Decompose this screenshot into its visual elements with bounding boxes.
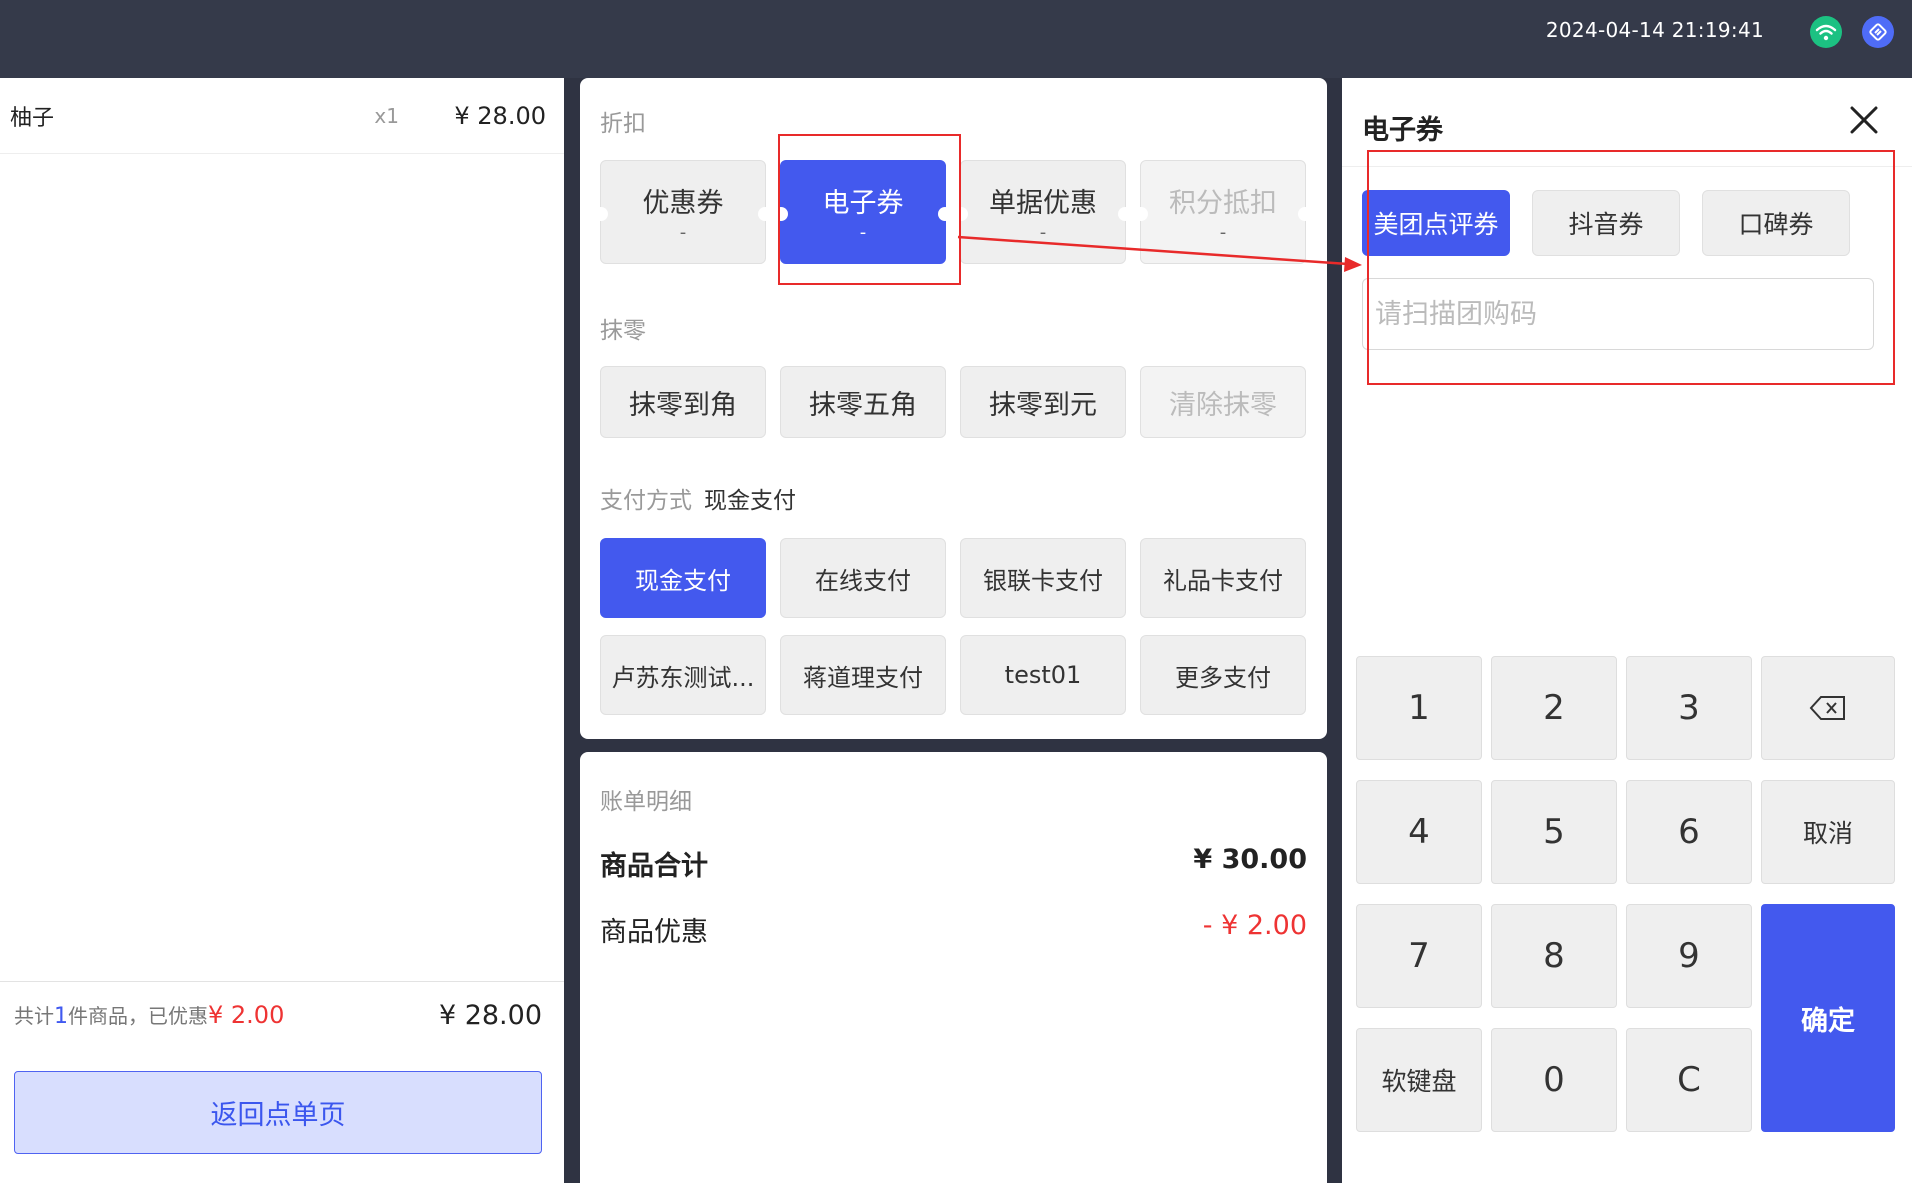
key-0[interactable]: 0 bbox=[1491, 1028, 1617, 1132]
bill-label: 账单明细 bbox=[600, 789, 692, 815]
points-deduction-button[interactable]: 积分抵扣 - bbox=[1134, 160, 1312, 264]
highlight-box-e-voucher bbox=[778, 134, 961, 285]
cancel-button[interactable]: 取消 bbox=[1761, 780, 1895, 884]
points-deduction-value: - bbox=[1219, 222, 1227, 243]
key-4[interactable]: 4 bbox=[1356, 780, 1482, 884]
order-discount-label: 单据优惠 bbox=[989, 188, 1097, 219]
subtotal-label: 商品合计 bbox=[600, 851, 708, 882]
key-3[interactable]: 3 bbox=[1626, 656, 1752, 760]
key-8[interactable]: 8 bbox=[1491, 904, 1617, 1008]
summary-discount: ¥ 2.00 bbox=[208, 1001, 285, 1029]
points-deduction-label: 积分抵扣 bbox=[1169, 188, 1277, 219]
payment-options-row-1: 现金支付 在线支付 银联卡支付 礼品卡支付 bbox=[600, 538, 1306, 618]
cart-total: ¥ 28.00 bbox=[438, 1000, 542, 1031]
item-discount-value: - ¥ 2.00 bbox=[1202, 910, 1307, 941]
back-to-order-button[interactable]: 返回点单页 bbox=[14, 1071, 542, 1154]
numeric-keypad: 1 2 3 4 5 6 取消 7 8 9 确定 软键盘 0 C bbox=[1356, 656, 1900, 1132]
discount-row: 商品优惠 - ¥ 2.00 bbox=[600, 910, 1307, 949]
backspace-icon bbox=[1809, 696, 1845, 720]
key-7[interactable]: 7 bbox=[1356, 904, 1482, 1008]
online-pay-button[interactable]: 在线支付 bbox=[780, 538, 946, 618]
order-discount-value: - bbox=[1039, 222, 1047, 243]
test01-pay-button[interactable]: test01 bbox=[960, 635, 1126, 715]
item-discount-label: 商品优惠 bbox=[600, 917, 708, 948]
clear-rounding-button[interactable]: 清除抹零 bbox=[1140, 366, 1306, 438]
bill-details-panel: 账单明细 商品合计 ¥ 30.00 商品优惠 - ¥ 2.00 bbox=[580, 752, 1327, 1183]
round-to-yuan-button[interactable]: 抹零到元 bbox=[960, 366, 1126, 438]
cart-item[interactable]: 柚子 x1 ¥ 28.00 bbox=[0, 78, 564, 154]
rounding-options: 抹零到角 抹零五角 抹零到元 清除抹零 bbox=[600, 366, 1306, 438]
subtotal-value: ¥ 30.00 bbox=[1193, 844, 1307, 875]
app-logo-icon[interactable] bbox=[1862, 16, 1894, 48]
coupon-value: - bbox=[679, 222, 687, 243]
close-icon[interactable] bbox=[1846, 102, 1882, 138]
status-bar: 2024-04-14 21:19:41 bbox=[0, 0, 1912, 78]
cart-panel: 柚子 x1 ¥ 28.00 共计1件商品，已优惠¥ 2.00 ¥ 28.00 返… bbox=[0, 78, 564, 1183]
discount-label: 折扣 bbox=[600, 111, 646, 137]
summary-middle: 件商品，已优惠 bbox=[68, 1004, 208, 1028]
soft-keyboard-button[interactable]: 软键盘 bbox=[1356, 1028, 1482, 1132]
round-five-jiao-button[interactable]: 抹零五角 bbox=[780, 366, 946, 438]
rounding-label: 抹零 bbox=[600, 318, 646, 344]
highlight-box-voucher-input bbox=[1367, 150, 1895, 385]
key-1[interactable]: 1 bbox=[1356, 656, 1482, 760]
item-price: ¥ 28.00 bbox=[454, 101, 546, 130]
cart-footer: 共计1件商品，已优惠¥ 2.00 ¥ 28.00 返回点单页 bbox=[0, 981, 564, 1183]
payment-current: 现金支付 bbox=[704, 488, 796, 514]
jiang-pay-button[interactable]: 蒋道理支付 bbox=[780, 635, 946, 715]
panel-title: 电子券 bbox=[1362, 115, 1443, 146]
payment-method-label: 支付方式 现金支付 bbox=[600, 481, 796, 515]
confirm-button[interactable]: 确定 bbox=[1761, 904, 1895, 1132]
key-9[interactable]: 9 bbox=[1626, 904, 1752, 1008]
test-pay-button[interactable]: 卢苏东测试... bbox=[600, 635, 766, 715]
coupon-button[interactable]: 优惠券 - bbox=[594, 160, 772, 264]
coupon-label: 优惠券 bbox=[642, 188, 724, 219]
item-qty: x1 bbox=[374, 103, 399, 128]
summary-prefix: 共计 bbox=[14, 1004, 54, 1028]
datetime: 2024-04-14 21:19:41 bbox=[1545, 18, 1764, 42]
unionpay-button[interactable]: 银联卡支付 bbox=[960, 538, 1126, 618]
cart-summary: 共计1件商品，已优惠¥ 2.00 bbox=[14, 1000, 284, 1029]
subtotal-row: 商品合计 ¥ 30.00 bbox=[600, 844, 1307, 883]
more-pay-button[interactable]: 更多支付 bbox=[1140, 635, 1306, 715]
summary-count: 1 bbox=[54, 1004, 68, 1029]
payment-label: 支付方式 bbox=[600, 488, 692, 514]
key-6[interactable]: 6 bbox=[1626, 780, 1752, 884]
item-name: 柚子 bbox=[10, 105, 55, 131]
order-discount-button[interactable]: 单据优惠 - bbox=[954, 160, 1132, 264]
clear-key[interactable]: C bbox=[1626, 1028, 1752, 1132]
round-to-jiao-button[interactable]: 抹零到角 bbox=[600, 366, 766, 438]
wifi-icon bbox=[1810, 16, 1842, 48]
key-2[interactable]: 2 bbox=[1491, 656, 1617, 760]
key-5[interactable]: 5 bbox=[1491, 780, 1617, 884]
payment-options-row-2: 卢苏东测试... 蒋道理支付 test01 更多支付 bbox=[600, 635, 1306, 715]
gift-card-pay-button[interactable]: 礼品卡支付 bbox=[1140, 538, 1306, 618]
cash-pay-button[interactable]: 现金支付 bbox=[600, 538, 766, 618]
backspace-button[interactable] bbox=[1761, 656, 1895, 760]
